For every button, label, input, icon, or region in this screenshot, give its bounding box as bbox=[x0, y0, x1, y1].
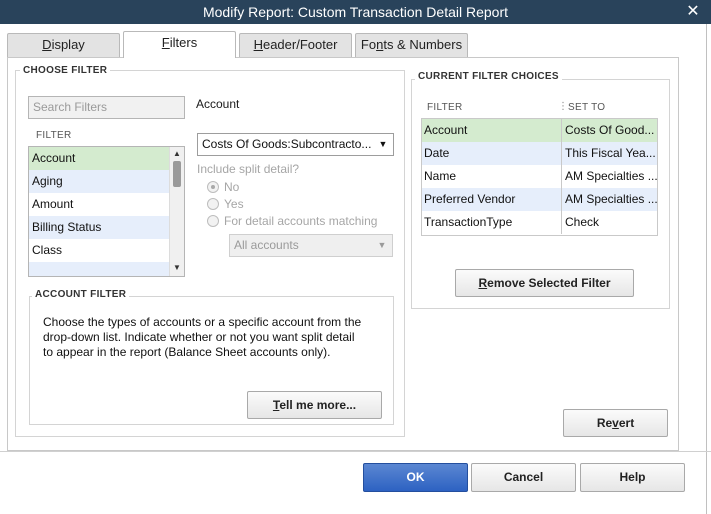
account-filter-description-line3: to appear in the report (Balance Sheet a… bbox=[43, 345, 331, 359]
account-dropdown-value: Costs Of Goods:Subcontracto... bbox=[202, 137, 372, 151]
chevron-down-icon: ▼ bbox=[377, 240, 387, 250]
account-label: Account bbox=[196, 97, 240, 111]
tab-header-footer[interactable]: Header/Footer bbox=[239, 33, 352, 57]
current-filters-table[interactable]: Account Costs Of Good... Date This Fisca… bbox=[421, 118, 658, 236]
scroll-thumb[interactable] bbox=[173, 161, 181, 187]
search-filters-input[interactable]: Search Filters bbox=[28, 96, 185, 119]
filter-item-class[interactable]: Class bbox=[29, 239, 170, 262]
radio-selected-dot bbox=[211, 185, 215, 189]
remove-selected-filter-button[interactable]: Remove Selected Filter bbox=[455, 269, 634, 297]
filter-list-scrollbar[interactable]: ▲ ▼ bbox=[169, 147, 184, 276]
footer-divider bbox=[0, 451, 711, 452]
tell-me-more-button[interactable]: Tell me more... bbox=[247, 391, 382, 419]
tab-fonts-numbers[interactable]: Fonts & Numbers bbox=[355, 33, 468, 57]
col-header-filter: FILTER bbox=[427, 102, 463, 113]
ok-button[interactable]: OK bbox=[363, 463, 468, 492]
account-filter-title: ACCOUNT FILTER bbox=[32, 289, 130, 300]
cancel-button[interactable]: Cancel bbox=[471, 463, 576, 492]
column-resize-handle[interactable]: ⋮ bbox=[558, 101, 568, 112]
filter-item-account[interactable]: Account bbox=[29, 147, 170, 170]
account-filter-description-line2: drop-down list. Indicate whether or not … bbox=[43, 330, 355, 344]
window-title: Modify Report: Custom Transaction Detail… bbox=[202, 4, 508, 20]
filter-item-billing-status[interactable]: Billing Status bbox=[29, 216, 170, 239]
tab-filters[interactable]: Filters bbox=[123, 31, 236, 58]
radio-detail-matching[interactable] bbox=[207, 215, 219, 227]
filter-item-partial[interactable] bbox=[29, 262, 170, 276]
current-filter-choices-title: CURRENT FILTER CHOICES bbox=[415, 71, 562, 82]
matching-accounts-dropdown[interactable]: All accounts ▼ bbox=[229, 234, 393, 257]
matching-accounts-value: All accounts bbox=[234, 238, 299, 252]
close-icon[interactable]: ✕ bbox=[685, 0, 701, 24]
table-row[interactable]: Preferred Vendor AM Specialties ... bbox=[422, 188, 657, 211]
scroll-down-arrow-icon[interactable]: ▼ bbox=[170, 262, 184, 274]
filter-list[interactable]: Account Aging Amount Billing Status Clas… bbox=[28, 146, 185, 277]
account-filter-description-line1: Choose the types of accounts or a specif… bbox=[43, 315, 362, 329]
table-row[interactable]: Account Costs Of Good... bbox=[422, 119, 657, 142]
window-edge bbox=[706, 24, 711, 514]
radio-detail-matching-label: For detail accounts matching bbox=[224, 214, 378, 228]
chevron-down-icon: ▼ bbox=[378, 139, 388, 149]
radio-no-label: No bbox=[224, 180, 240, 194]
tab-display[interactable]: Display bbox=[7, 33, 120, 57]
table-row[interactable]: TransactionType Check bbox=[422, 211, 657, 234]
help-button[interactable]: Help bbox=[580, 463, 685, 492]
filter-item-amount[interactable]: Amount bbox=[29, 193, 170, 216]
filter-list-header: FILTER bbox=[36, 130, 72, 141]
choose-filter-title: CHOOSE FILTER bbox=[20, 65, 111, 76]
filter-item-aging[interactable]: Aging bbox=[29, 170, 170, 193]
radio-yes-label: Yes bbox=[224, 197, 244, 211]
table-row[interactable]: Date This Fiscal Yea... bbox=[422, 142, 657, 165]
table-row[interactable]: Name AM Specialties ... bbox=[422, 165, 657, 188]
title-bar: Modify Report: Custom Transaction Detail… bbox=[0, 0, 711, 24]
include-split-label: Include split detail? bbox=[197, 162, 300, 176]
scroll-up-arrow-icon[interactable]: ▲ bbox=[170, 148, 184, 160]
radio-no[interactable] bbox=[207, 181, 219, 193]
revert-button[interactable]: Revert bbox=[563, 409, 668, 437]
account-dropdown[interactable]: Costs Of Goods:Subcontracto... ▼ bbox=[197, 133, 394, 156]
radio-yes[interactable] bbox=[207, 198, 219, 210]
col-header-set-to: SET TO bbox=[568, 102, 606, 113]
